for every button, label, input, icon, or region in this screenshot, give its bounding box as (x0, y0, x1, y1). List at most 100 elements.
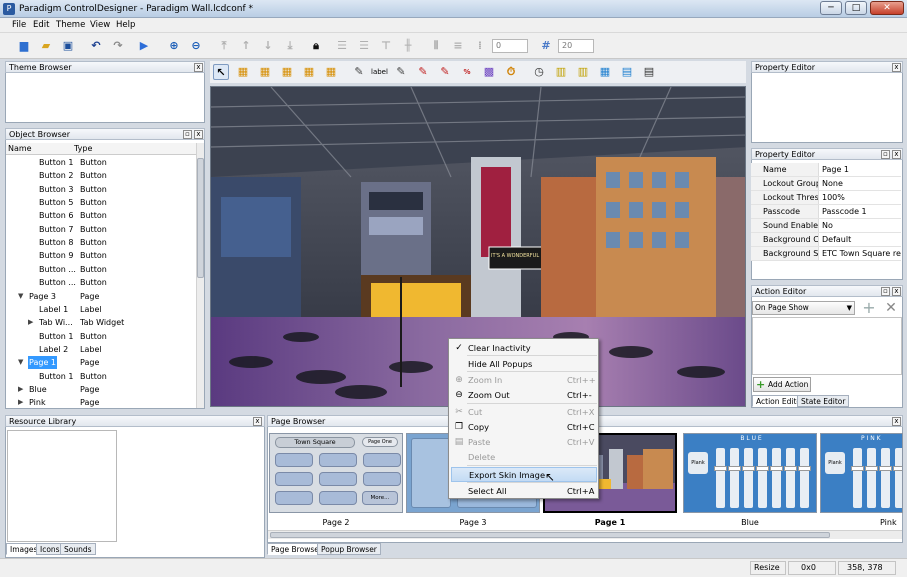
property-value[interactable]: Default (821, 233, 901, 247)
theme-browser-close-icon[interactable]: x (194, 63, 203, 72)
object-browser-scrollbar[interactable] (196, 143, 204, 408)
page-browser-close-icon[interactable]: x (892, 417, 901, 426)
color-widget-icon[interactable]: ✎ (437, 64, 453, 80)
property-editor-close-icon[interactable]: x (892, 150, 901, 159)
spacing-icon[interactable]: ⁞ (472, 38, 488, 54)
image-widget-icon[interactable]: ✎ (415, 64, 431, 80)
align-center-icon[interactable]: ╫ (400, 38, 416, 54)
context-menu-item-clear-inactivity[interactable]: ✓ Clear Inactivity (451, 341, 597, 356)
percent-widget-icon[interactable]: % (459, 64, 475, 80)
column-type[interactable]: Type (74, 144, 92, 153)
property-row[interactable]: Lockout Group None (751, 177, 901, 191)
undo-icon[interactable]: ↶ (88, 38, 104, 54)
tree-row[interactable]: Button 1 Button (6, 156, 196, 169)
tab-sounds[interactable]: Sounds (60, 543, 96, 555)
tree-row[interactable]: Label 1 Label (6, 303, 196, 316)
tree-row[interactable]: Button 9 Button (6, 249, 196, 262)
close-button[interactable]: ✕ (870, 1, 904, 15)
menu-help[interactable]: Help (116, 20, 135, 30)
distribute-vertical-icon[interactable]: ≡ (450, 38, 466, 54)
tab-widget-icon[interactable]: ▤ (619, 64, 635, 80)
add-icon[interactable]: + (860, 300, 878, 316)
context-menu-item-select-all[interactable]: Select All Ctrl+A (451, 484, 597, 499)
property-row[interactable]: Background SkinETC Town Square red... (751, 247, 901, 261)
property-value[interactable]: Page 1 (821, 163, 901, 177)
move-down-icon[interactable]: ↓ (260, 38, 276, 54)
multistate-button-icon[interactable]: ▦ (301, 64, 317, 80)
expand-arrow-icon[interactable]: ▼ (18, 356, 23, 369)
context-menu-item-zoom-out[interactable]: ⊖ Zoom Out Ctrl+- (451, 388, 597, 403)
collapse-arrow-icon[interactable]: ▶ (18, 396, 23, 408)
context-menu-item-paste[interactable]: ▤ Paste Ctrl+V (451, 435, 597, 450)
minimize-button[interactable]: ─ (820, 1, 842, 15)
list-widget-icon[interactable]: ▤ (641, 64, 657, 80)
object-browser-float-icon[interactable]: ▫ (183, 130, 192, 139)
distribute-horizontal-icon[interactable]: ⦀ (428, 38, 444, 54)
align-left-icon[interactable]: ☰ (334, 38, 350, 54)
tree-row[interactable]: Button 8 Button (6, 236, 196, 249)
page-browser-scrollbar-thumb[interactable] (270, 532, 830, 538)
tree-row[interactable]: Button ... Button (6, 276, 196, 289)
move-up-icon[interactable]: ↑ (238, 38, 254, 54)
context-menu-item-hide-all-popups[interactable]: Hide All Popups (451, 357, 597, 372)
event-dropdown[interactable]: On Page Show ▼ (752, 301, 855, 315)
tab-popup-browser[interactable]: Popup Browser (317, 543, 381, 555)
send-to-back-icon[interactable]: ⤓ (282, 38, 298, 54)
property-value[interactable]: Passcode 1 (821, 205, 901, 219)
context-menu-item-delete[interactable]: Delete (451, 450, 597, 465)
tree-row[interactable]: Button 6 Button (6, 209, 196, 222)
column-name[interactable]: Name (8, 144, 32, 153)
add-action-button[interactable]: + Add Action (753, 377, 811, 392)
zoom-out-icon[interactable]: ⊖ (188, 38, 204, 54)
tree-row[interactable]: Button 3 Button (6, 183, 196, 196)
grid-widget-icon[interactable]: ▦ (597, 64, 613, 80)
property-row[interactable]: Passcode Passcode 1 (751, 205, 901, 219)
resource-list[interactable] (7, 430, 117, 542)
menu-file[interactable]: File (12, 20, 26, 30)
page-browser-scrollbar[interactable] (268, 530, 902, 539)
context-menu-item-zoom-in[interactable]: ⊕ Zoom In Ctrl++ (451, 373, 597, 388)
object-browser-close-icon[interactable]: x (194, 130, 203, 139)
tree-row[interactable]: ▶ Pink Page (6, 396, 196, 408)
save-icon[interactable]: ▣ (60, 38, 76, 54)
new-file-icon[interactable]: ▆ (16, 38, 32, 54)
lock-icon[interactable]: 🔒︎ (308, 38, 324, 54)
bring-to-front-icon[interactable]: ⤒ (216, 38, 232, 54)
button-widget-icon[interactable]: ▦ (235, 64, 251, 80)
property-editor-top-close-icon[interactable]: x (892, 63, 901, 72)
property-value[interactable]: 100% (821, 191, 901, 205)
action-editor-close-icon[interactable]: x (892, 287, 901, 296)
edit-widget-icon[interactable]: ✎ (351, 64, 367, 80)
property-row[interactable]: Name Page 1 (751, 163, 901, 177)
tree-row[interactable]: Button 1 Button (6, 330, 196, 343)
spacing-spinbox[interactable]: 0 (492, 39, 528, 53)
tree-row[interactable]: Label 2 Label (6, 343, 196, 356)
property-editor-float-icon[interactable]: ▫ (881, 150, 890, 159)
action-list[interactable] (752, 317, 902, 375)
open-folder-icon[interactable]: ▰ (38, 38, 54, 54)
select-pointer-icon[interactable]: ↖ (213, 64, 229, 80)
align-right-icon[interactable]: ☰ (356, 38, 372, 54)
tab-state-editor[interactable]: State Editor (797, 395, 850, 407)
collapse-arrow-icon[interactable]: ▶ (28, 316, 33, 329)
scrollbar-thumb[interactable] (197, 158, 204, 278)
redo-icon[interactable]: ↷ (110, 38, 126, 54)
resource-library-close-icon[interactable]: x (253, 417, 262, 426)
page-thumbnail-blue[interactable]: B L U E Plank (683, 433, 817, 513)
context-menu-item-export-skin-image[interactable]: Export Skin Image (451, 467, 597, 482)
align-top-icon[interactable]: ⊤ (378, 38, 394, 54)
play-icon[interactable]: ▶ (136, 38, 152, 54)
tree-row[interactable]: Button ... Button (6, 263, 196, 276)
context-menu-item-cut[interactable]: ✂ Cut Ctrl+X (451, 405, 597, 420)
label-widget-icon[interactable]: label (371, 64, 388, 80)
tree-row[interactable]: ▶ Blue Page (6, 383, 196, 396)
grid-icon[interactable]: # (538, 38, 554, 54)
property-value[interactable]: None (821, 177, 901, 191)
gauge-widget-icon[interactable]: ▩ (481, 64, 497, 80)
menu-view[interactable]: View (90, 20, 110, 30)
property-row[interactable]: Sound Enabled No (751, 219, 901, 233)
tree-row[interactable]: ▼ Page 1 Page (6, 356, 196, 370)
page-thumbnail-page-2[interactable]: Town Square Page One More... (269, 433, 403, 513)
property-row[interactable]: Background C...Default (751, 233, 901, 247)
expand-arrow-icon[interactable]: ▼ (18, 290, 23, 303)
